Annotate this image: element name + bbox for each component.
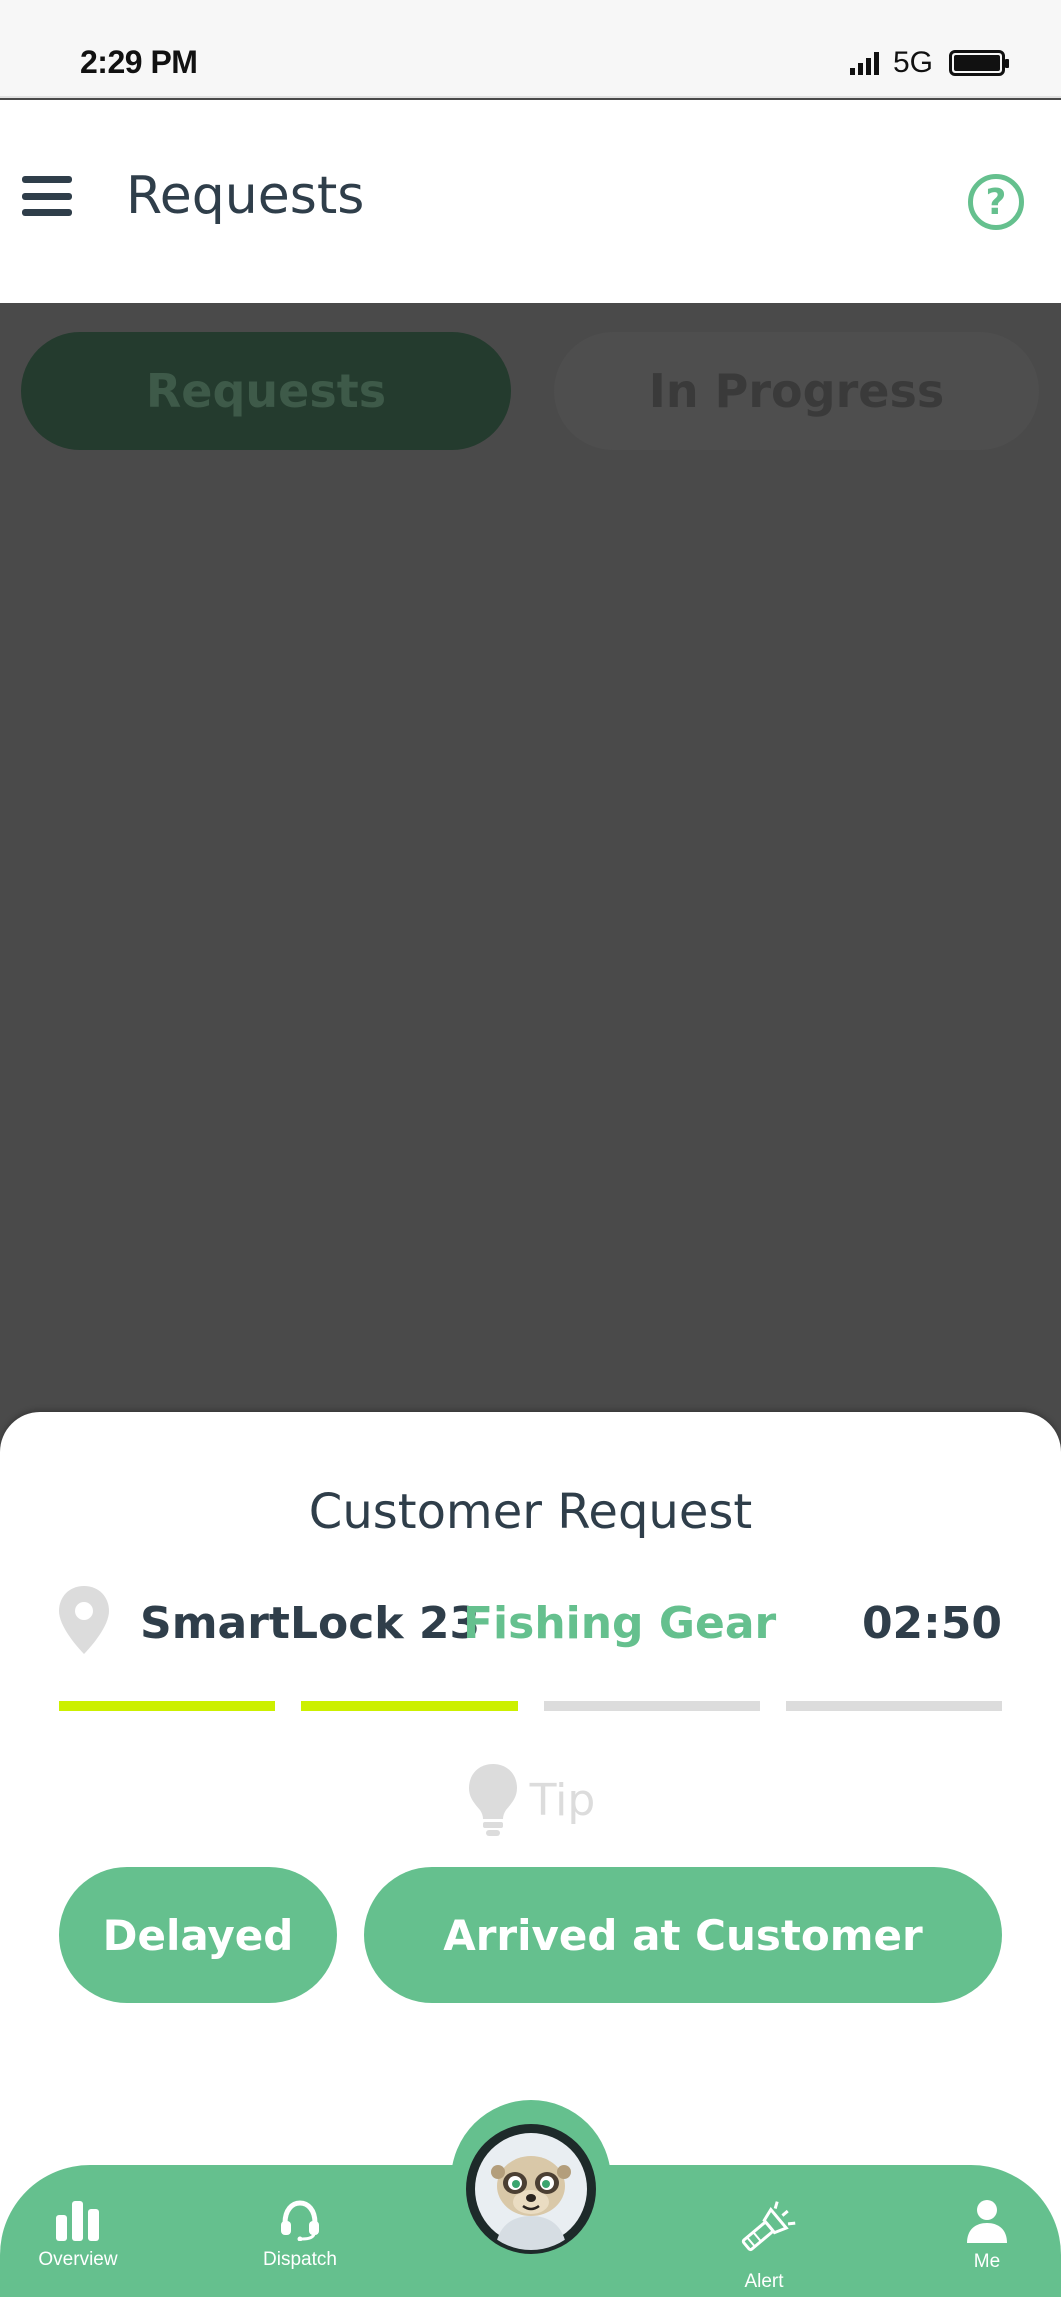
tab-requests[interactable]: Requests [21, 332, 511, 450]
nav-item-me[interactable]: Me [912, 2199, 1061, 2273]
help-symbol: ? [985, 181, 1007, 223]
tab-requests-label: Requests [145, 364, 387, 418]
map-pin-icon [59, 1586, 109, 1654]
meerkat-avatar-icon[interactable] [466, 2124, 596, 2254]
question-circle-icon[interactable]: ? [968, 174, 1024, 230]
lightbulb-icon [468, 1764, 517, 1836]
flashlight-icon [741, 2201, 796, 2252]
nav-item-overview[interactable]: Overview [3, 2199, 153, 2271]
app-header: Requests ? [0, 100, 1061, 303]
progress-step [301, 1701, 518, 1711]
arrived-button-label: Arrived at Customer [443, 1910, 923, 1960]
progress-step [59, 1701, 276, 1711]
tab-in-progress[interactable]: In Progress [554, 332, 1039, 450]
progress-steps [59, 1701, 1002, 1713]
nav-label-me: Me [973, 2251, 1001, 2272]
request-category: Fishing Gear [463, 1598, 777, 1649]
bar-chart-icon [56, 2201, 99, 2241]
nav-item-alert[interactable]: Alert [689, 2199, 839, 2293]
delayed-button-label: Delayed [102, 1910, 294, 1960]
arrived-at-customer-button[interactable]: Arrived at Customer [364, 1867, 1002, 2003]
nav-label-dispatch: Dispatch [263, 2249, 337, 2270]
delayed-button[interactable]: Delayed [59, 1867, 337, 2003]
tab-in-progress-label: In Progress [648, 364, 945, 418]
progress-step [785, 1701, 1002, 1711]
person-icon [967, 2200, 1007, 2243]
nav-label-alert: Alert [744, 2271, 784, 2292]
network-type: 5G [892, 46, 933, 79]
sheet-title: Customer Request [308, 1484, 753, 1540]
status-indicators: 5G [849, 46, 1009, 80]
page-title: Requests [126, 166, 365, 226]
tip-row[interactable]: Tip [0, 1762, 1061, 1838]
battery-icon [949, 50, 1009, 76]
headset-icon [281, 2200, 319, 2241]
status-time: 2:29 PM [80, 44, 198, 80]
countdown-timer: 02:50 [861, 1598, 1002, 1649]
nav-label-overview: Overview [38, 2249, 118, 2270]
progress-step [543, 1701, 760, 1711]
status-bar: 2:29 PM 5G [0, 0, 1061, 98]
hamburger-icon[interactable] [22, 176, 72, 216]
signal-icon [849, 51, 879, 75]
nav-item-dispatch[interactable]: Dispatch [225, 2199, 375, 2271]
tip-label: Tip [529, 1774, 596, 1826]
lock-name: SmartLock 23 [140, 1598, 481, 1649]
